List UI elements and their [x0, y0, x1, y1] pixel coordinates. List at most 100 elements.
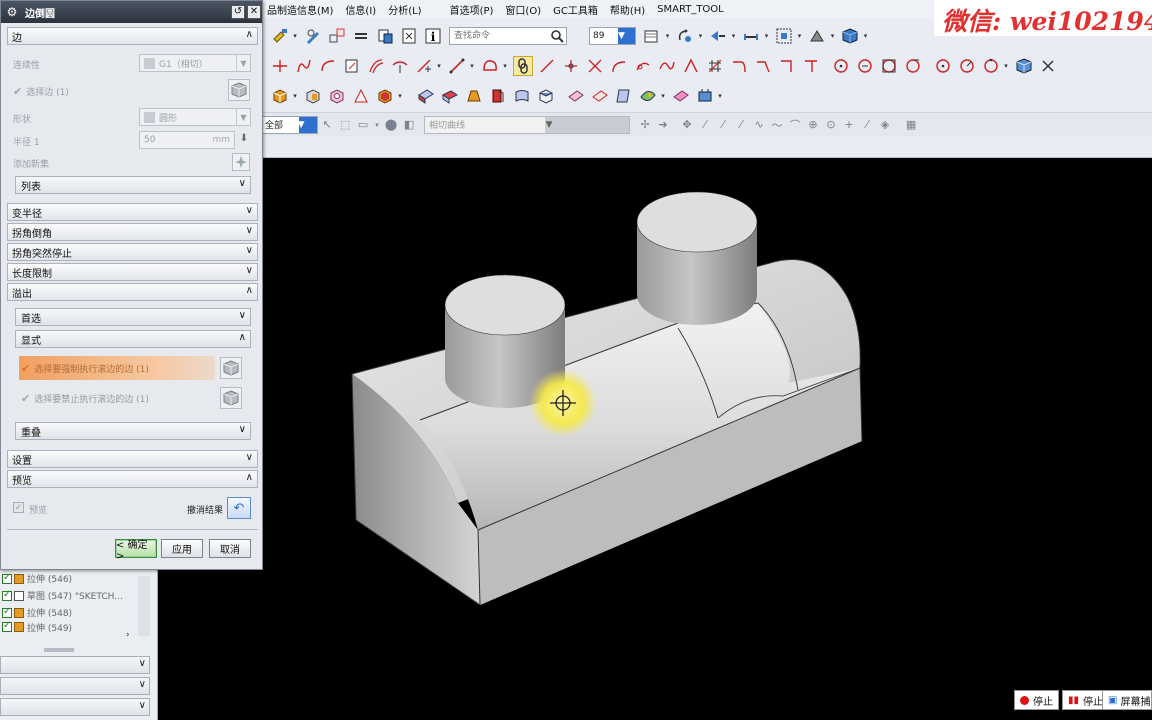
grid-curve-icon[interactable] [705, 56, 725, 76]
snap-tangent-icon[interactable]: ∿ [752, 118, 766, 132]
graphics-viewport[interactable]: x y [158, 158, 1152, 686]
menu-help[interactable]: 帮助(H) [605, 2, 652, 17]
info-icon[interactable]: i [423, 26, 443, 46]
snap-slash-icon[interactable]: ⁄ [860, 118, 874, 132]
subsection-overlap[interactable]: 重叠 ∨ [15, 422, 251, 440]
type-filter-select[interactable]: 全部 ▼ [262, 115, 319, 134]
boss-cylinder-right[interactable] [636, 191, 758, 325]
chevron-down-icon[interactable]: ▾ [292, 86, 298, 106]
add-new-set-button[interactable] [232, 153, 250, 171]
cancel-button[interactable]: 取消 [209, 539, 251, 558]
sew-icon[interactable] [590, 86, 610, 106]
circle-center-icon[interactable] [855, 56, 875, 76]
join-curve-icon[interactable] [294, 56, 314, 76]
trim-body-icon[interactable] [488, 86, 508, 106]
chamfer-icon[interactable] [440, 86, 460, 106]
measure-icon[interactable] [741, 26, 761, 46]
rotate-view-icon[interactable] [675, 26, 695, 46]
snap-line2-icon[interactable]: ⁄ [716, 118, 730, 132]
perpendicular-icon[interactable] [801, 56, 821, 76]
apply-button[interactable]: 应用 [161, 539, 203, 558]
bridge-curve-icon[interactable] [318, 56, 338, 76]
paint-icon[interactable] [270, 26, 290, 46]
snap-view-icon[interactable] [708, 26, 728, 46]
circle-arc-2-icon[interactable] [957, 56, 977, 76]
nav-row[interactable]: 草图 (547) "SKETCH... [0, 587, 150, 604]
shell-icon[interactable] [375, 86, 395, 106]
chevron-down-icon[interactable]: ▾ [730, 26, 736, 46]
visibility-checkbox[interactable] [2, 621, 12, 632]
thicken-icon[interactable] [566, 86, 586, 106]
equals-icon[interactable] [351, 26, 371, 46]
grid-snap-icon[interactable]: ▦ [904, 118, 918, 132]
nav-panel-details[interactable]: ∨ [0, 677, 150, 695]
fit-view-icon[interactable] [774, 26, 794, 46]
prohibit-edge-cube-button[interactable] [220, 387, 242, 409]
subsection-list[interactable]: 列表 ∨ [15, 176, 251, 194]
patch-icon[interactable] [614, 86, 634, 106]
ok-button[interactable]: < 确定 > [115, 539, 157, 562]
snap-line3-icon[interactable]: ⁄ [734, 118, 748, 132]
menu-pmi[interactable]: 品制造信息(M) [262, 2, 340, 17]
chevron-down-icon[interactable]: ▾ [660, 86, 666, 106]
snap-curve-icon[interactable]: ⌒ [788, 118, 802, 132]
snap-quadrant-icon[interactable]: ⊙ [824, 118, 838, 132]
edge-blend-icon[interactable] [416, 86, 436, 106]
menu-gc-toolkit[interactable]: GC工具箱 [548, 2, 605, 17]
shaded-icon[interactable] [807, 26, 827, 46]
transform-icon[interactable] [327, 26, 347, 46]
chevron-down-icon[interactable]: ▾ [697, 26, 703, 46]
select-cursor-icon[interactable]: ↖ [320, 118, 334, 132]
circle-tangent-icon[interactable] [903, 56, 923, 76]
solid-cube-icon[interactable] [840, 26, 860, 46]
curve-rule-select[interactable]: 相切曲线 ▼ [424, 115, 631, 134]
extrude-icon[interactable] [270, 86, 290, 106]
menu-smart-tool[interactable]: SMART_TOOL [652, 4, 731, 15]
sketch-line-icon[interactable] [537, 56, 557, 76]
chain-link-icon[interactable] [513, 56, 533, 76]
menu-info[interactable]: 信息(I) [340, 2, 383, 17]
visibility-checkbox[interactable] [2, 589, 12, 601]
chevron-down-icon[interactable]: ▾ [374, 118, 380, 132]
arrow-down-icon[interactable]: ⬇ [237, 133, 251, 149]
visibility-checkbox[interactable] [2, 572, 12, 584]
chevron-down-icon[interactable]: ▾ [502, 56, 508, 76]
synchronous-icon[interactable] [695, 86, 715, 106]
mirror-curve-icon[interactable] [681, 56, 701, 76]
chevron-down-icon[interactable]: ▾ [717, 86, 723, 106]
reset-button[interactable]: ↺ [231, 5, 245, 19]
menu-preferences[interactable]: 首选项(P) [445, 2, 501, 17]
section-preview[interactable]: 预览 ∧ [7, 470, 258, 488]
select-edge-cube-button[interactable] [228, 79, 250, 101]
layer-icon[interactable] [375, 26, 395, 46]
undo-icon[interactable]: ↶ [227, 497, 251, 519]
draft-icon[interactable] [464, 86, 484, 106]
menu-analysis[interactable]: 分析(L) [383, 2, 428, 17]
chevron-down-icon[interactable]: ▾ [664, 26, 670, 46]
section-corner-setback[interactable]: 拐角突然停止 ∨ [7, 243, 258, 261]
chevron-right-icon[interactable]: › [126, 630, 130, 640]
circle-arc-3-icon[interactable] [981, 56, 1001, 76]
chevron-down-icon[interactable]: ▾ [829, 26, 835, 46]
visibility-checkbox[interactable] [2, 606, 12, 618]
preview-checkbox[interactable]: ✓ [13, 502, 24, 513]
section-length-limit[interactable]: 长度限制 ∨ [7, 263, 258, 281]
offset-curve-icon[interactable] [366, 56, 386, 76]
subsection-preferred[interactable]: 首选 ∨ [15, 308, 251, 326]
close-x-icon[interactable] [1038, 56, 1058, 76]
spline-icon[interactable] [657, 56, 677, 76]
select-feature-icon[interactable]: ⬚ [338, 118, 352, 132]
hole-icon[interactable] [327, 86, 347, 106]
body-cube-icon[interactable] [1014, 56, 1034, 76]
color-surface-icon[interactable] [638, 86, 658, 106]
chevron-down-icon[interactable]: ▼ [545, 116, 630, 133]
chevron-down-icon[interactable]: ▾ [1003, 56, 1009, 76]
nav-panel-dependencies[interactable]: ∨ [0, 656, 150, 674]
snap-line-icon[interactable]: ⁄ [698, 118, 712, 132]
zoom-select[interactable]: 89 ▼ [589, 27, 637, 45]
nav-scrollbar[interactable] [138, 576, 150, 636]
view-orient-icon[interactable] [642, 26, 662, 46]
snap-arrow-icon[interactable]: ➜ [656, 118, 670, 132]
corner-trim-icon[interactable] [753, 56, 773, 76]
screen-capture-button[interactable]: ▣ 屏幕捕 [1102, 690, 1152, 710]
